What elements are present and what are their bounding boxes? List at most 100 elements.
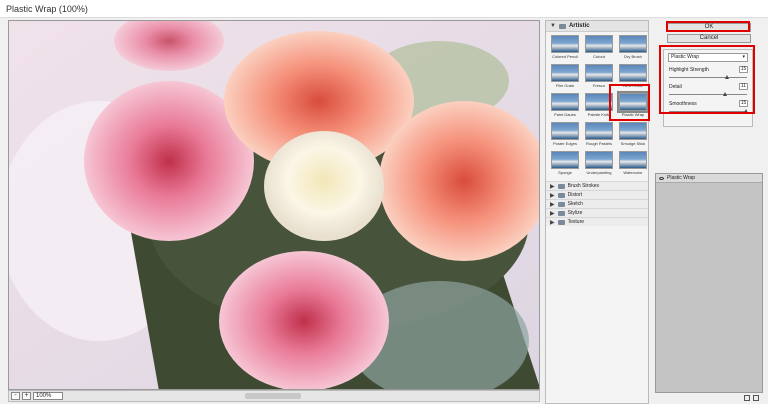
filter-select[interactable]: Plastic Wrap ▾ (668, 53, 748, 62)
folder-icon (557, 210, 565, 216)
param-slider-thumb[interactable] (744, 109, 748, 113)
filter-thumbnail[interactable]: Plastic Wrap (617, 91, 649, 117)
param-value-input[interactable]: 15 (739, 100, 748, 107)
effect-layers: Plastic Wrap (655, 173, 763, 393)
layer-label: Plastic Wrap (667, 175, 695, 181)
collapsed-triangle-icon: ▶ (550, 219, 555, 226)
filter-preview-image (619, 122, 647, 140)
zoom-out-button[interactable]: - (11, 392, 20, 400)
filter-thumbnail[interactable]: Film Grain (551, 64, 579, 88)
preview-image (9, 21, 539, 389)
horizontal-scrollbar-thumb[interactable] (245, 393, 301, 399)
filter-thumbnail[interactable]: Dry Brush (619, 35, 647, 59)
layer-footer (655, 393, 763, 403)
filter-thumbnail[interactable]: Neon Glow (619, 64, 647, 88)
filter-preview-image (585, 35, 613, 53)
filter-preview-image (551, 151, 579, 169)
filter-thumbnail[interactable]: Fresco (585, 64, 613, 88)
filter-select-value: Plastic Wrap (671, 54, 699, 60)
filter-thumbnail-label: Paint Daubs (554, 112, 576, 117)
param-value-input[interactable]: 11 (739, 83, 748, 90)
delete-layer-icon[interactable] (753, 395, 759, 401)
cancel-button[interactable]: Cancel (667, 34, 751, 43)
category-label: Texture (567, 219, 585, 225)
param-label: Highlight Strength (669, 67, 709, 73)
options-panel: OK Cancel Plastic Wrap ▾ Highlight Stren… (655, 20, 763, 404)
param-label: Smoothness (669, 101, 697, 107)
filter-thumbnail[interactable]: Colored Pencil (551, 35, 579, 59)
filter-preview-image (585, 64, 613, 82)
param-slider-track[interactable] (669, 94, 747, 95)
filter-thumbnail-label: Colored Pencil (551, 54, 578, 59)
filter-thumbnail-label: Dry Brush (624, 54, 642, 59)
param-slider-track[interactable] (669, 111, 747, 112)
chevron-down-icon: ▾ (742, 54, 745, 60)
filter-thumbnail-label: Rough Pastels (585, 141, 612, 146)
ok-button[interactable]: OK (667, 23, 751, 32)
filter-thumbnail[interactable]: Underpainting (585, 151, 613, 175)
category-row[interactable]: ▶ Sketch (546, 199, 648, 208)
param-slider-thumb[interactable] (723, 92, 728, 96)
preview-canvas[interactable] (8, 20, 540, 390)
filter-thumbnail-label: Sponge (558, 170, 572, 175)
filter-preview-image (551, 93, 579, 111)
category-label: Artistic (568, 23, 590, 29)
filter-thumbnail-label: Palette Knife (587, 112, 611, 117)
zoom-in-button[interactable]: + (22, 392, 31, 400)
category-label: Sketch (567, 201, 583, 207)
filter-gallery: ▼ Artistic Colored Pencil Cutout Dry Brush… (545, 20, 649, 404)
filter-thumbnail-label: Smudge Stick (620, 141, 646, 146)
preview-statusbar: - + 100% (8, 390, 540, 402)
filter-thumbnail-label: Plastic Wrap (621, 112, 645, 117)
filter-thumbnail-label: Underpainting (586, 170, 612, 175)
filter-preview-image (551, 35, 579, 53)
folder-icon (557, 201, 565, 207)
filter-thumbnail[interactable]: Poster Edges (551, 122, 579, 146)
folder-icon (558, 23, 566, 29)
filter-thumbnail[interactable]: Paint Daubs (551, 93, 579, 117)
filter-thumbnail[interactable]: Smudge Stick (619, 122, 647, 146)
category-label: Brush Strokes (567, 183, 600, 189)
folder-icon (557, 192, 565, 198)
filter-preview-image (619, 151, 647, 169)
new-layer-icon[interactable] (744, 395, 750, 401)
param-slider-thumb[interactable] (725, 75, 729, 79)
param-label: Detail (669, 84, 682, 90)
filter-settings: Plastic Wrap ▾ Highlight Strength 15 Detai… (663, 49, 753, 127)
window-title: Plastic Wrap (100%) (0, 0, 768, 18)
filter-thumbnail-label: Watercolor (623, 170, 643, 175)
effect-layer-row[interactable]: Plastic Wrap (656, 174, 762, 183)
filter-thumbnail[interactable]: Palette Knife (585, 93, 613, 117)
param-value-input[interactable]: 15 (739, 66, 748, 73)
category-row[interactable]: ▶ Brush Strokes (546, 181, 648, 190)
filter-preview-image (585, 93, 613, 111)
category-row[interactable]: ▶ Texture (546, 217, 648, 226)
zoom-level-select[interactable]: 100% (33, 392, 63, 400)
folder-icon (557, 183, 565, 189)
filter-thumbnail-label: Neon Glow (623, 83, 643, 88)
category-label: Stylize (567, 210, 583, 216)
category-row[interactable]: ▶ Stylize (546, 208, 648, 217)
filter-preview-image (619, 35, 647, 53)
param-slider-track[interactable] (669, 77, 747, 78)
filter-preview-image (585, 151, 613, 169)
filter-thumbnail-grid: Colored Pencil Cutout Dry Brush Film Grain F… (546, 32, 649, 179)
filter-thumbnail[interactable]: Rough Pastels (585, 122, 613, 146)
folder-icon (557, 219, 565, 225)
filter-thumbnail[interactable]: Cutout (585, 35, 613, 59)
filter-preview-image (551, 122, 579, 140)
filter-thumbnail[interactable]: Watercolor (619, 151, 647, 175)
filter-preview-image (551, 64, 579, 82)
category-artistic[interactable]: ▼ Artistic (546, 21, 648, 32)
filter-thumbnail-label: Poster Edges (552, 141, 577, 146)
filter-preview-image (619, 64, 647, 82)
collapsed-triangle-icon: ▶ (550, 192, 555, 199)
param-control: Detail 11 (668, 83, 748, 101)
filter-thumbnail-label: Film Grain (555, 83, 575, 88)
filter-thumbnail-label: Fresco (592, 83, 606, 88)
eye-icon[interactable] (659, 176, 664, 180)
expanded-triangle-icon: ▼ (550, 23, 556, 29)
filter-thumbnail[interactable]: Sponge (551, 151, 579, 175)
category-row[interactable]: ▶ Distort (546, 190, 648, 199)
collapsed-triangle-icon: ▶ (550, 201, 555, 208)
